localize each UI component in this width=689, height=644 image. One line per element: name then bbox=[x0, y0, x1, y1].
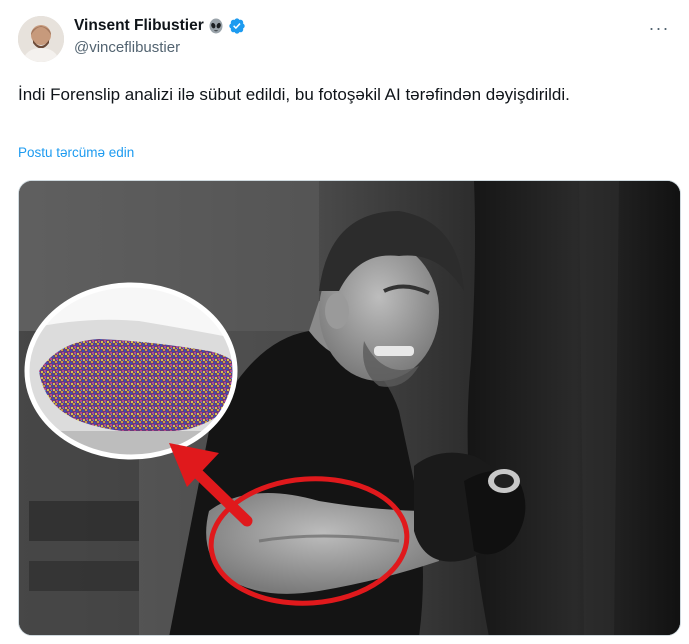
tweet-text: İndi Forenslip analizi ilə sübut edildi,… bbox=[18, 85, 570, 104]
handle[interactable]: @vinceflibustier bbox=[74, 38, 246, 58]
translate-post-link[interactable]: Postu tərcümə edin bbox=[18, 145, 134, 160]
verified-badge-icon[interactable] bbox=[228, 17, 246, 35]
more-options-icon[interactable]: ··· bbox=[645, 14, 673, 42]
avatar[interactable] bbox=[18, 16, 64, 62]
tweet-card: Vinsent Flibustier @vinceflibustier ··· … bbox=[0, 0, 689, 644]
author-info: Vinsent Flibustier @vinceflibustier bbox=[74, 16, 246, 58]
display-name[interactable]: Vinsent Flibustier bbox=[74, 16, 204, 36]
tweet-photo[interactable] bbox=[18, 180, 681, 636]
alien-icon bbox=[207, 17, 225, 35]
display-name-row[interactable]: Vinsent Flibustier bbox=[74, 16, 246, 36]
